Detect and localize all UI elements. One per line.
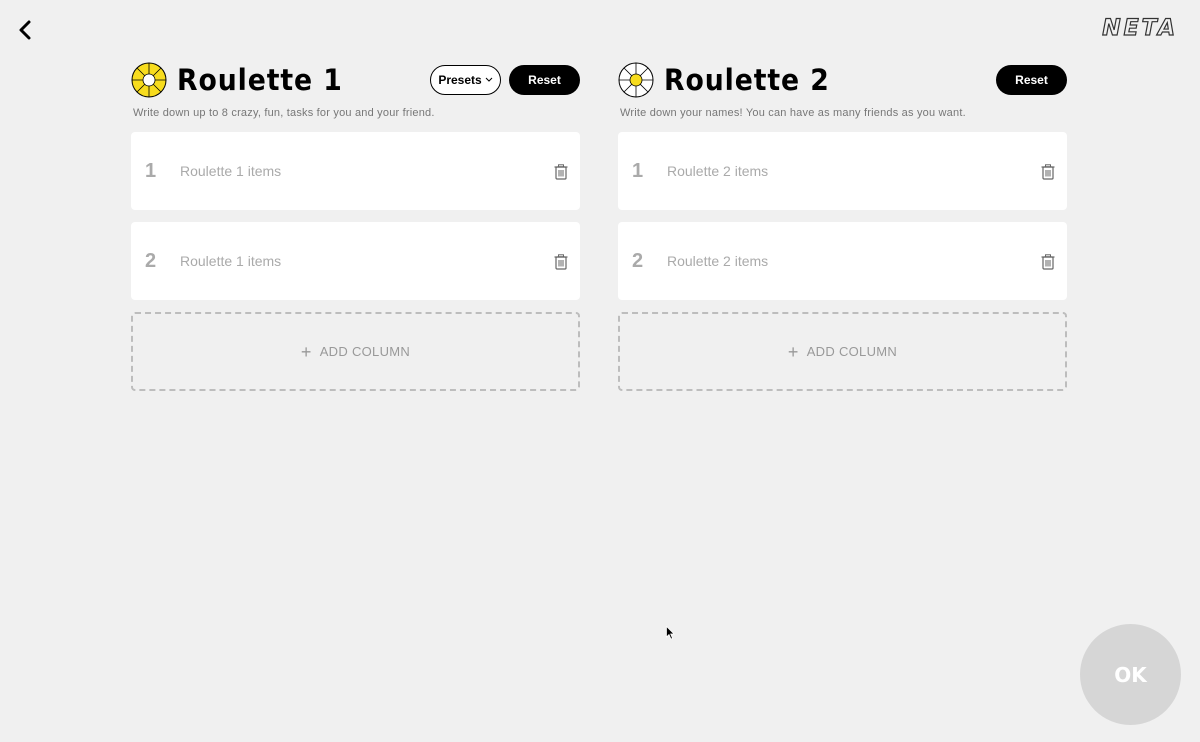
roulette-1-item-row: 1 xyxy=(131,132,580,210)
add-column-button-roulette-2[interactable]: + ADD COLUMN xyxy=(618,312,1067,391)
chevron-down-icon xyxy=(485,77,493,82)
roulette-1-item-list: 1 2 + ADD CO xyxy=(131,132,580,391)
roulette-1-title: Roulette 1 xyxy=(177,63,343,97)
mouse-cursor-icon xyxy=(666,626,675,640)
trash-icon[interactable] xyxy=(1041,164,1055,180)
trash-icon[interactable] xyxy=(554,254,568,270)
roulette-1-item-input[interactable] xyxy=(180,163,520,179)
roulette-2-header: Roulette 2 Reset xyxy=(618,62,1067,98)
plus-icon: + xyxy=(300,341,312,362)
roulette-2-panel: Roulette 2 Reset Write down your names! … xyxy=(618,62,1067,391)
item-number: 1 xyxy=(632,159,644,182)
roulette-wheel-icon xyxy=(131,62,167,98)
neta-logo: NETA xyxy=(1102,15,1178,41)
presets-dropdown-button[interactable]: Presets xyxy=(430,65,501,95)
reset-button-roulette-1[interactable]: Reset xyxy=(509,65,580,95)
roulette-2-item-input[interactable] xyxy=(667,253,1007,269)
plus-icon: + xyxy=(787,341,799,362)
roulette-2-title: Roulette 2 xyxy=(664,63,830,97)
roulette-1-header: Roulette 1 Presets Reset xyxy=(131,62,580,98)
add-column-button-roulette-1[interactable]: + ADD COLUMN xyxy=(131,312,580,391)
roulette-1-description: Write down up to 8 crazy, fun, tasks for… xyxy=(133,107,435,119)
trash-icon[interactable] xyxy=(554,164,568,180)
trash-icon[interactable] xyxy=(1041,254,1055,270)
roulette-2-actions: Reset xyxy=(996,65,1067,95)
roulette-1-item-input[interactable] xyxy=(180,253,520,269)
roulette-1-panel: Roulette 1 Presets Reset Write down up t… xyxy=(131,62,580,391)
roulette-2-item-row: 1 xyxy=(618,132,1067,210)
roulette-2-item-input[interactable] xyxy=(667,163,1007,179)
back-chevron-icon[interactable] xyxy=(14,18,38,42)
item-number: 2 xyxy=(632,249,644,272)
item-number: 2 xyxy=(145,249,157,272)
presets-label: Presets xyxy=(438,73,482,87)
roulette-1-actions: Presets Reset xyxy=(430,65,580,95)
roulette-2-item-list: 1 2 + ADD CO xyxy=(618,132,1067,391)
reset-button-roulette-2[interactable]: Reset xyxy=(996,65,1067,95)
add-column-label: ADD COLUMN xyxy=(806,344,898,359)
roulette-wheel-icon xyxy=(618,62,654,98)
add-column-label: ADD COLUMN xyxy=(319,344,411,359)
ok-button[interactable]: OK xyxy=(1080,624,1181,725)
roulette-2-description: Write down your names! You can have as m… xyxy=(620,107,966,119)
roulette-1-item-row: 2 xyxy=(131,222,580,300)
item-number: 1 xyxy=(145,159,157,182)
roulette-2-item-row: 2 xyxy=(618,222,1067,300)
